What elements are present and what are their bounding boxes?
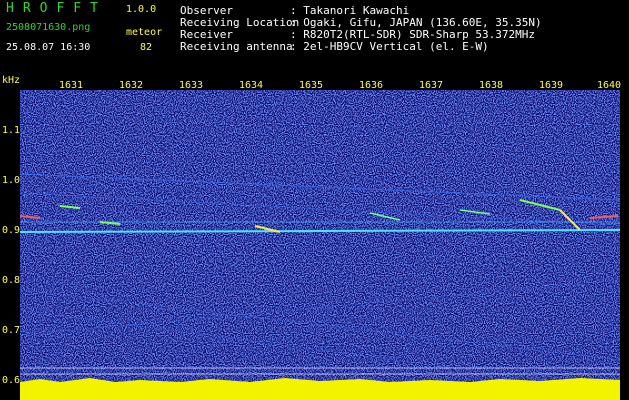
meteor-count: 82 xyxy=(140,42,153,53)
y-tick-0.8: 0.8 xyxy=(2,275,21,286)
y-tick-0.9: 0.9 xyxy=(2,225,21,236)
y-axis-unit: kHz xyxy=(2,75,21,86)
date-time: 25.08.07 16:30 xyxy=(6,42,91,53)
spectrogram xyxy=(20,90,620,400)
app-title: HROFFT xyxy=(6,1,107,16)
y-tick-1.0: 1.0 xyxy=(2,175,21,186)
meteor-label: meteor xyxy=(126,27,163,38)
app-version: 1.0.0 xyxy=(126,4,157,15)
antenna-label: Receiving antenna xyxy=(180,40,293,53)
y-tick-1.1: 1.1 xyxy=(2,125,21,136)
y-tick-0.7: 0.7 xyxy=(2,325,21,336)
header-panel: HROFFT 1.0.0 2508071630.png meteor 25.08… xyxy=(0,0,629,72)
y-tick-0.6: 0.6 xyxy=(2,375,21,386)
file-name: 2508071630.png xyxy=(6,22,91,33)
spectrogram-noise xyxy=(20,90,620,400)
level-bar-peaks xyxy=(20,378,620,400)
antenna-value: : 2el-HB9CV Vertical (el. E-W) xyxy=(290,40,489,53)
